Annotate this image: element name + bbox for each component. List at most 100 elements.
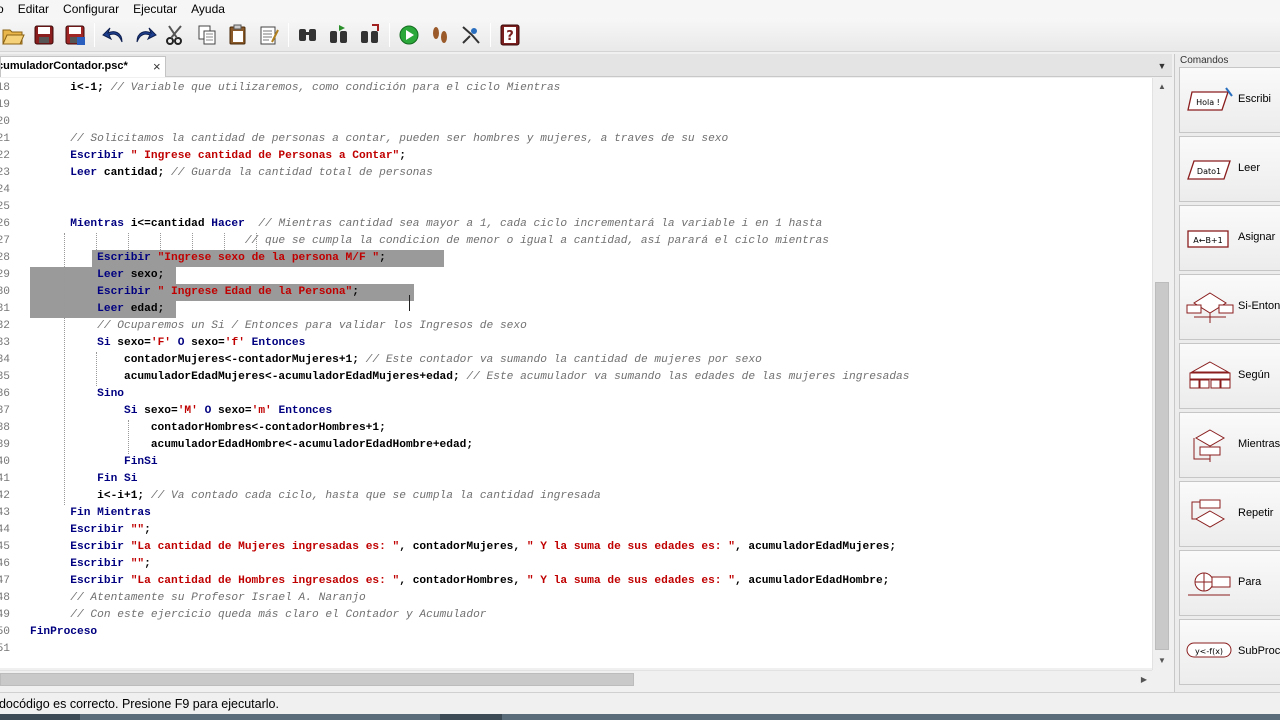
close-icon[interactable]: × [153, 57, 161, 76]
command-para[interactable]: Para [1179, 550, 1280, 616]
code-token: acumuladorEdadMujeres<-acumuladorEdadMuj… [30, 371, 460, 383]
code-token: , acumuladorEdadHombre; [734, 575, 890, 587]
line-number: 48 [0, 592, 10, 604]
code-token: O [197, 405, 212, 417]
code-line: 28 Escribir "Ingrese sexo de la persona … [0, 250, 1152, 267]
paste-icon[interactable] [225, 22, 251, 48]
search-next-icon[interactable] [326, 22, 352, 48]
asignar-icon: A←B+1 [1184, 222, 1236, 256]
code-token: i<-i+1; [30, 490, 145, 502]
open-icon[interactable] [0, 22, 26, 48]
code-token: , acumuladorEdadMujeres; [734, 541, 897, 553]
code-token: Escribir [30, 150, 124, 162]
code-editor[interactable]: 18 i<-1; // Variable que utilizaremos, c… [0, 78, 1152, 668]
edit-icon[interactable] [256, 22, 282, 48]
scroll-down-icon[interactable]: ▼ [1153, 652, 1171, 669]
code-text: Escribir " Ingrese Edad de la Persona"; [30, 284, 359, 301]
cut-icon[interactable] [162, 22, 188, 48]
scroll-up-icon[interactable]: ▲ [1153, 78, 1171, 95]
line-number: 32 [0, 320, 10, 332]
line-number: 42 [0, 490, 10, 502]
redo-icon[interactable] [132, 22, 158, 48]
menu-archivo[interactable]: o [0, 0, 11, 18]
code-token: Si [30, 337, 111, 349]
code-line: 30 Escribir " Ingrese Edad de la Persona… [0, 284, 1152, 301]
code-line: 49 // Con este ejercicio queda más claro… [0, 607, 1152, 624]
undo-icon[interactable] [101, 22, 127, 48]
code-text: contadorMujeres<-contadorMujeres+1; // E… [30, 352, 762, 369]
debug-icon[interactable] [458, 22, 484, 48]
run-icon[interactable] [396, 22, 422, 48]
code-token: ; [399, 150, 406, 162]
code-text: i<-i+1; // Va contado cada ciclo, hasta … [30, 488, 601, 505]
code-token: sexo; [124, 269, 165, 281]
code-line: 41 Fin Si [0, 471, 1152, 488]
code-line: 51 [0, 641, 1152, 658]
subproceso-icon: y<-f(x) [1184, 636, 1236, 670]
code-token: "La cantidad de Hombres ingresados es: " [124, 575, 400, 587]
svg-text:Dato1: Dato1 [1197, 167, 1221, 176]
horizontal-scrollbar-thumb[interactable] [0, 673, 634, 686]
help-icon[interactable]: ? [497, 22, 523, 48]
search-icon[interactable] [295, 22, 321, 48]
code-token: Fin Si [30, 473, 138, 485]
line-number: 37 [0, 405, 10, 417]
code-line: 19 [0, 97, 1152, 114]
code-text: Sino [30, 386, 124, 403]
code-token: sexo= [184, 337, 225, 349]
save-icon[interactable] [31, 22, 57, 48]
code-token: "La cantidad de Mujeres ingresadas es: " [124, 541, 400, 553]
tab-file[interactable]: cumuladorContador.psc* × [0, 56, 166, 77]
command-subproceso[interactable]: y<-f(x) SubProce [1179, 619, 1280, 685]
code-text: // que se cumpla la condicion de menor o… [30, 233, 829, 250]
code-text: // Atentamente su Profesor Israel A. Nar… [30, 590, 365, 607]
menu-ejecutar[interactable]: Ejecutar [126, 0, 184, 18]
code-token: Leer [30, 303, 124, 315]
step-icon[interactable] [427, 22, 453, 48]
mientras-icon [1184, 429, 1236, 463]
code-line: 34 contadorMujeres<-contadorMujeres+1; /… [0, 352, 1152, 369]
code-text: contadorHombres<-contadorHombres+1; [30, 420, 386, 437]
code-token: // Variable que utilizaremos, como condi… [103, 82, 561, 94]
line-number: 43 [0, 507, 10, 519]
code-text: Escribir "La cantidad de Hombres ingresa… [30, 573, 889, 590]
code-text: FinSi [30, 454, 158, 471]
save-as-icon[interactable] [62, 22, 88, 48]
code-text: Si sexo='M' O sexo='m' Entonces [30, 403, 332, 420]
command-si-entonces[interactable]: Si-Enton [1179, 274, 1280, 340]
segun-icon [1184, 360, 1236, 394]
code-line: 22 Escribir " Ingrese cantidad de Person… [0, 148, 1152, 165]
vertical-scrollbar[interactable]: ▲ ▼ [1152, 78, 1171, 670]
code-token: Entonces [271, 405, 333, 417]
code-text: // Con este ejercicio queda más claro el… [30, 607, 486, 624]
vertical-scrollbar-thumb[interactable] [1155, 282, 1169, 650]
tab-strip: cumuladorContador.psc* × ▼ [0, 54, 1172, 77]
code-token: Leer [30, 269, 124, 281]
horizontal-scrollbar[interactable]: ▶ [0, 670, 1152, 688]
replace-icon[interactable] [357, 22, 383, 48]
code-token: // Solicitamos la cantidad de personas a… [30, 133, 729, 145]
code-line: 33 Si sexo='F' O sexo='f' Entonces [0, 335, 1152, 352]
menu-configurar[interactable]: Configurar [56, 0, 126, 18]
chevron-down-icon[interactable]: ▼ [1156, 60, 1168, 72]
scroll-right-icon[interactable]: ▶ [1136, 671, 1152, 688]
code-token: 'M' [177, 405, 198, 417]
text-cursor-icon [409, 295, 410, 311]
code-text: Escribir ""; [30, 556, 151, 573]
line-number: 47 [0, 575, 10, 587]
copy-icon[interactable] [194, 22, 220, 48]
code-line: 24 [0, 182, 1152, 199]
code-token: // Va contado cada ciclo, hasta que se c… [144, 490, 601, 502]
menu-ayuda[interactable]: Ayuda [184, 0, 232, 18]
code-token: "" [124, 558, 145, 570]
menu-editar[interactable]: Editar [11, 0, 56, 18]
command-escribir[interactable]: Hola ! Escribi [1179, 67, 1280, 133]
command-repetir[interactable]: Repetir [1179, 481, 1280, 547]
code-line: 40 FinSi [0, 454, 1152, 471]
command-leer[interactable]: Dato1 Leer [1179, 136, 1280, 202]
code-token: ; [352, 286, 359, 298]
code-text: // Solicitamos la cantidad de personas a… [30, 131, 728, 148]
command-asignar[interactable]: A←B+1 Asignar [1179, 205, 1280, 271]
command-mientras[interactable]: Mientras [1179, 412, 1280, 478]
command-segun[interactable]: Según [1179, 343, 1280, 409]
